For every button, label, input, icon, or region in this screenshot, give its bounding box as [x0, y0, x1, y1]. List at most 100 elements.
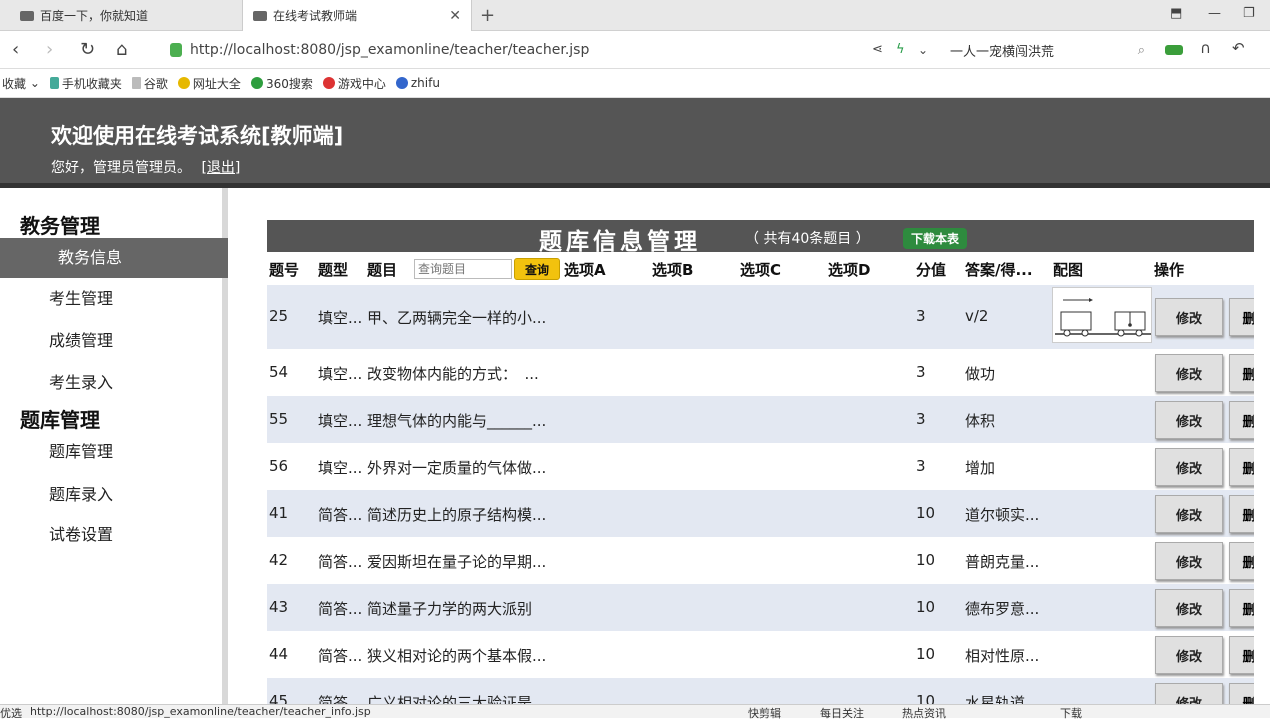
status-item-news[interactable]: 热点资讯 [902, 705, 946, 721]
bookmark-favorites[interactable]: 收藏 ⌄ [2, 75, 40, 92]
reload-icon[interactable]: ↻ [80, 39, 95, 60]
bookmark-mobile[interactable]: 手机收藏夹 [49, 75, 122, 92]
cell-score: 10 [916, 645, 936, 663]
cell-type: 填空... [318, 412, 363, 430]
cell-question: 外界对一定质量的气体做... [367, 459, 547, 477]
cell-question: 简述历史上的原子结构模... [367, 506, 547, 524]
home-icon[interactable]: ⌂ [116, 39, 127, 60]
bookmark-360[interactable]: 360搜索 [250, 75, 313, 92]
delete-button[interactable]: 删 [1229, 401, 1254, 439]
table-header: 题号 题型 题目 查询 选项A 选项B 选项C 选项D 分值 答案/得... 配… [267, 255, 1254, 283]
browser-tabbar: 百度一下，你就知道 在线考试教师端 ✕ + ⬒ — ❐ [0, 0, 1270, 31]
edit-button[interactable]: 修改 [1155, 542, 1223, 580]
shirt-icon[interactable]: ⬒ [1170, 6, 1182, 21]
question-count: （ 共有40条题目 ） [745, 231, 870, 247]
cell-id: 54 [269, 363, 289, 381]
url-field[interactable]: http://localhost:8080/jsp_examonline/tea… [170, 37, 870, 63]
search-box[interactable]: 一人一宠横闯洪荒 ⌕ [950, 39, 1145, 61]
cell-type: 简答... [318, 647, 363, 665]
col-answer: 答案/得... [965, 261, 1033, 279]
sidebar-item-academic-info[interactable]: 教务信息 [0, 238, 228, 278]
cell-score: 3 [916, 410, 926, 428]
sidebar-item-question-entry[interactable]: 题库录入 [0, 475, 228, 515]
tab-label: 在线考试教师端 [273, 9, 358, 23]
delete-button[interactable]: 删 [1229, 354, 1254, 392]
edit-button[interactable]: 修改 [1155, 683, 1223, 704]
col-option-c: 选项C [740, 261, 782, 279]
globe-icon [177, 77, 190, 89]
bookmark-games[interactable]: 游戏中心 [322, 75, 386, 92]
cell-type: 简答... [318, 506, 363, 524]
battery-icon[interactable] [1165, 45, 1183, 55]
cell-type: 填空... [318, 309, 363, 327]
bookmark-zhifu[interactable]: zhifu [395, 76, 440, 90]
sidebar-item-student-entry[interactable]: 考生录入 [0, 363, 228, 403]
table-row: 54 填空... 改变物体内能的方式： ... 3 做功 修改删 [267, 349, 1254, 396]
delete-button[interactable]: 删 [1229, 448, 1254, 486]
plus-icon[interactable]: + [480, 5, 495, 26]
edit-button[interactable]: 修改 [1155, 298, 1223, 336]
back-icon[interactable]: ‹ [12, 39, 19, 60]
headphones-icon[interactable]: ∩ [1200, 39, 1211, 57]
sidebar-item-question-bank[interactable]: 题库管理 [0, 432, 228, 472]
tab-exam-teacher[interactable]: 在线考试教师端 ✕ [242, 0, 472, 31]
chevron-down-icon[interactable]: ⌄ [918, 43, 928, 57]
bookmark-sites[interactable]: 网址大全 [177, 75, 241, 92]
table-row: 41 简答... 简述历史上的原子结构模... 10 道尔顿实... 修改删 [267, 490, 1254, 537]
edit-button[interactable]: 修改 [1155, 448, 1223, 486]
tab-baidu[interactable]: 百度一下，你就知道 [10, 0, 240, 31]
restore-icon[interactable]: ❐ [1243, 6, 1255, 21]
delete-button[interactable]: 删 [1229, 495, 1254, 533]
delete-button[interactable]: 删 [1229, 683, 1254, 704]
sidebar-item-scores[interactable]: 成绩管理 [0, 321, 228, 361]
cell-id: 41 [269, 504, 289, 522]
lightning-icon[interactable]: ϟ [896, 42, 905, 57]
cell-answer: 相对性原... [965, 647, 1040, 665]
cell-answer: 水星轨道... [965, 694, 1040, 704]
edit-button[interactable]: 修改 [1155, 354, 1223, 392]
edit-button[interactable]: 修改 [1155, 636, 1223, 674]
undo-icon[interactable]: ↶ [1232, 39, 1245, 57]
delete-button[interactable]: 删 [1229, 542, 1254, 580]
delete-button[interactable]: 删 [1229, 589, 1254, 627]
table-row: 45 简答... 广义相对论的三大验证是... 10 水星轨道... 修改删 [267, 678, 1254, 704]
cell-question: 广义相对论的三大验证是... [367, 694, 547, 704]
cell-type: 简答... [318, 694, 363, 704]
col-option-b: 选项B [652, 261, 694, 279]
search-input[interactable] [414, 259, 512, 279]
bookmark-google[interactable]: 谷歌 [131, 75, 168, 92]
shield-icon [170, 43, 182, 57]
status-bar: 优选 http://localhost:8080/jsp_examonline/… [0, 704, 1270, 721]
logout-link[interactable]: [退出] [201, 160, 240, 176]
status-item-clip[interactable]: 快剪辑 [748, 705, 781, 721]
cell-type: 填空... [318, 459, 363, 477]
close-icon[interactable]: ✕ [449, 8, 461, 24]
download-button[interactable]: 下载本表 [903, 228, 968, 249]
edit-button[interactable]: 修改 [1155, 495, 1223, 533]
question-table: 25 填空... 甲、乙两辆完全一样的小... 3 v/2 修改删 54 填空... 改变物体内… [267, 285, 1254, 704]
col-operations: 操作 [1154, 261, 1185, 279]
cell-score: 3 [916, 457, 926, 475]
edit-button[interactable]: 修改 [1155, 401, 1223, 439]
status-item-download[interactable]: 下载 [1060, 705, 1082, 721]
search-button[interactable]: 查询 [514, 258, 560, 280]
cell-question: 爱因斯坦在量子论的早期... [367, 553, 547, 571]
cell-id: 43 [269, 598, 289, 616]
cell-answer: 普朗克量... [965, 553, 1040, 571]
delete-button[interactable]: 删 [1229, 298, 1254, 336]
delete-button[interactable]: 删 [1229, 636, 1254, 674]
cell-answer: 道尔顿实... [965, 506, 1040, 524]
cell-question: 狭义相对论的两个基本假... [367, 647, 547, 665]
sidebar-item-paper-settings[interactable]: 试卷设置 [0, 515, 228, 555]
minimize-icon[interactable]: — [1208, 6, 1221, 21]
paw-icon [20, 10, 34, 21]
forward-icon[interactable]: › [46, 39, 53, 60]
sidebar-item-students[interactable]: 考生管理 [0, 279, 228, 319]
edit-button[interactable]: 修改 [1155, 589, 1223, 627]
col-option-a: 选项A [564, 261, 606, 279]
search-icon[interactable]: ⌕ [1138, 43, 1145, 58]
col-score: 分值 [916, 261, 947, 279]
share-icon[interactable]: ⋖ [872, 42, 883, 57]
status-item-daily[interactable]: 每日关注 [820, 705, 864, 721]
game-icon [322, 77, 335, 89]
